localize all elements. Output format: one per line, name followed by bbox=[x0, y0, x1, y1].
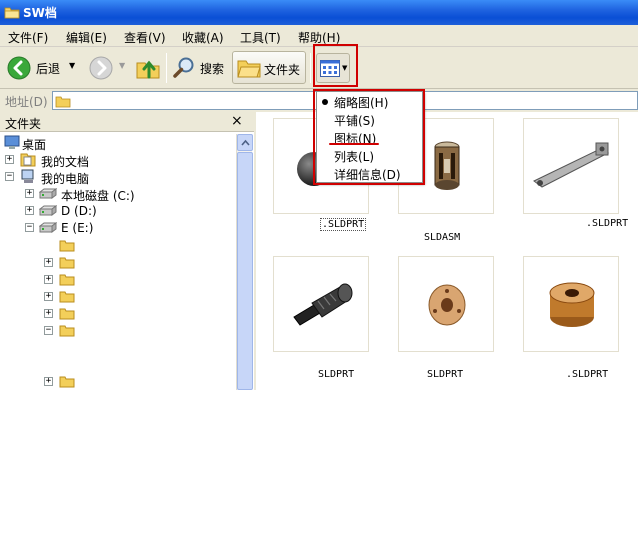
collapse-toggle[interactable]: − bbox=[25, 223, 34, 232]
tree-item-folder[interactable] bbox=[44, 238, 84, 254]
window-title: SW档 bbox=[23, 6, 57, 20]
tree-item-folder[interactable]: + bbox=[44, 306, 84, 322]
icons-item-underline bbox=[329, 143, 379, 145]
folder-icon bbox=[59, 240, 75, 252]
my-documents-icon bbox=[20, 153, 36, 167]
menu-favorites[interactable]: 收藏(A) bbox=[182, 29, 224, 46]
tree-item-folder[interactable]: − bbox=[44, 323, 84, 339]
toolbar-separator bbox=[310, 53, 311, 83]
expand-toggle[interactable]: + bbox=[5, 155, 14, 164]
file-item[interactable]: SLDPRT bbox=[270, 256, 390, 381]
forward-dropdown-arrow-icon[interactable]: ▼ bbox=[119, 61, 125, 70]
bushing-part-icon bbox=[549, 282, 595, 327]
folder-icon bbox=[59, 325, 75, 337]
bracket-part-icon bbox=[533, 142, 610, 188]
file-thumbnail bbox=[523, 256, 619, 352]
up-folder-icon[interactable] bbox=[135, 55, 161, 81]
chevron-up-icon bbox=[241, 139, 250, 146]
file-name: SLDPRT bbox=[427, 369, 464, 380]
file-name: SLDASM bbox=[424, 232, 461, 243]
back-button[interactable]: 后退 ▼ bbox=[4, 52, 80, 84]
collapse-toggle[interactable]: − bbox=[44, 326, 53, 335]
expand-toggle[interactable]: + bbox=[25, 189, 34, 198]
menu-edit[interactable]: 编辑(E) bbox=[66, 29, 107, 46]
title-bar[interactable]: SW档 bbox=[0, 0, 638, 25]
tree-label: 桌面 bbox=[22, 138, 47, 152]
tree-item-folder[interactable]: + bbox=[44, 255, 84, 271]
tree-item-folder[interactable]: + bbox=[44, 374, 84, 390]
folder-icon bbox=[59, 308, 75, 320]
file-item[interactable]: .SLDPRT bbox=[520, 256, 638, 381]
file-name: .SLDPRT bbox=[586, 218, 629, 229]
views-button-highlight bbox=[313, 44, 358, 87]
shaft-part-icon bbox=[293, 283, 353, 326]
assembly-part-icon bbox=[434, 141, 460, 190]
toolbar-separator bbox=[166, 53, 167, 83]
search-label: 搜索 bbox=[200, 62, 225, 76]
desktop-icon bbox=[4, 135, 20, 149]
folder-icon bbox=[59, 257, 75, 269]
folder-icon bbox=[4, 7, 20, 19]
back-label: 后退 bbox=[36, 62, 61, 76]
tree-label: E (E:) bbox=[61, 221, 94, 235]
folders-scrollbar[interactable] bbox=[236, 134, 253, 390]
expand-toggle[interactable]: + bbox=[44, 275, 53, 284]
file-thumbnail bbox=[398, 256, 494, 352]
file-thumbnail bbox=[273, 256, 369, 352]
tree-label: 我的电脑 bbox=[41, 172, 90, 186]
file-thumbnail bbox=[523, 118, 619, 214]
expand-toggle[interactable]: + bbox=[44, 258, 53, 267]
expand-toggle[interactable]: + bbox=[25, 206, 34, 215]
file-item[interactable]: SLDPRT bbox=[395, 256, 515, 381]
collapse-toggle[interactable]: − bbox=[5, 172, 14, 181]
back-dropdown-arrow-icon[interactable]: ▼ bbox=[69, 61, 75, 70]
search-button[interactable]: 搜索 bbox=[170, 52, 228, 84]
tree-label: 本地磁盘 (C:) bbox=[61, 189, 135, 203]
tree-item-folder[interactable]: + bbox=[44, 272, 84, 288]
file-name: .SLDPRT bbox=[566, 369, 609, 380]
file-name: SLDPRT bbox=[318, 369, 355, 380]
folder-icon bbox=[237, 60, 261, 78]
folder-icon bbox=[59, 376, 75, 388]
search-icon bbox=[173, 57, 194, 78]
flange-part-icon bbox=[428, 284, 466, 326]
tree-label: D (D:) bbox=[61, 204, 97, 218]
my-computer-icon bbox=[21, 169, 34, 183]
menu-file[interactable]: 文件(F) bbox=[8, 29, 48, 46]
expand-toggle[interactable]: + bbox=[44, 309, 53, 318]
menu-tools[interactable]: 工具(T) bbox=[240, 29, 281, 46]
tree-label: 我的文档 bbox=[41, 155, 90, 169]
scroll-up-button[interactable] bbox=[237, 134, 253, 151]
address-label: 地址(D) bbox=[5, 95, 48, 109]
folders-pane: 文件夹 × 桌面 + 我的文档 − 我的电脑 + 本地磁盘 (C:) + D (… bbox=[0, 112, 254, 390]
folders-label: 文件夹 bbox=[264, 63, 301, 77]
drive-icon bbox=[39, 188, 57, 199]
folder-icon bbox=[59, 291, 75, 303]
scroll-thumb[interactable] bbox=[237, 152, 253, 390]
views-dropdown-highlight bbox=[313, 89, 425, 185]
menu-view[interactable]: 查看(V) bbox=[124, 29, 166, 46]
forward-button[interactable]: ▼ bbox=[86, 52, 128, 84]
explorer-window: SW档 文件(F) 编辑(E) 查看(V) 收藏(A) 工具(T) 帮助(H) … bbox=[0, 0, 638, 390]
close-icon[interactable]: × bbox=[231, 113, 243, 129]
expand-toggle[interactable]: + bbox=[44, 377, 53, 386]
back-arrow-icon bbox=[7, 56, 31, 80]
drive-icon bbox=[39, 222, 57, 233]
folder-icon bbox=[59, 274, 75, 286]
folders-button[interactable]: 文件夹 bbox=[232, 51, 306, 84]
file-item[interactable]: .SLDPRT bbox=[520, 118, 638, 243]
expand-toggle[interactable]: + bbox=[44, 292, 53, 301]
drive-icon bbox=[39, 205, 57, 216]
folder-icon bbox=[55, 96, 71, 108]
tree-item-folder[interactable]: + bbox=[44, 289, 84, 305]
folders-pane-title: 文件夹 bbox=[5, 117, 42, 131]
folders-pane-header: 文件夹 × bbox=[0, 112, 254, 132]
file-name: .SLDPRT bbox=[320, 218, 367, 231]
forward-arrow-icon bbox=[89, 56, 113, 80]
